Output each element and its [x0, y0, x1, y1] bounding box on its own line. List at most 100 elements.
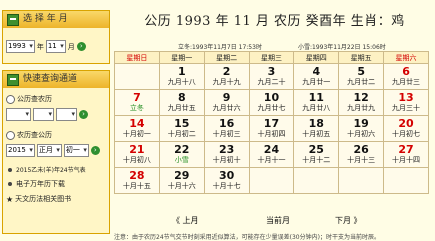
day-cell[interactable]: 19 十月初六 — [338, 115, 385, 142]
lunar-month-select[interactable]: 正月 — [36, 144, 62, 157]
day-number: 30 — [218, 169, 235, 182]
week-row: 28 十月十五 29 十月十六 30 十月十七 — [114, 167, 429, 194]
day-cell[interactable]: 24 十月十一 — [248, 141, 295, 168]
lunar-date: 十月初四 — [257, 130, 286, 138]
left-panel: 选 择 年 月 1993 年 11 月 快速查询通道 公历查农历 农历查公历 — [0, 0, 112, 240]
day-number: 13 — [398, 91, 414, 104]
lunar-to-solar-radio[interactable] — [6, 130, 15, 140]
solar-to-lunar-row: 公历查农历 — [3, 94, 109, 104]
prev-month-link[interactable]: 《 上月 — [172, 215, 199, 226]
empty-day-cell — [338, 167, 385, 194]
lunar-date: 立冬 — [129, 104, 144, 112]
day-number: 29 — [174, 169, 190, 182]
lunar-date: 十月初七 — [392, 130, 421, 138]
solar-day-select[interactable] — [56, 108, 77, 121]
day-cell[interactable]: 3 九月二十 — [248, 63, 295, 90]
day-cell[interactable]: 9 九月廿六 — [203, 89, 250, 116]
page-title: 公历 1993 年 11 月 农历 癸酉年 生肖：鸡 — [144, 14, 405, 29]
astronomy-books-link[interactable]: 天文历法相关图书 — [15, 194, 71, 204]
lunar-date: 十月初三 — [212, 130, 241, 138]
day-number: 28 — [129, 169, 145, 182]
day-number: 22 — [174, 143, 190, 156]
day-cell[interactable]: 26 十月十三 — [338, 141, 385, 168]
weekday-saturday: 星期六 — [383, 51, 429, 64]
day-cell[interactable]: 5 九月廿二 — [338, 63, 385, 90]
next-month-link[interactable]: 下月 》 — [335, 215, 362, 226]
quick-query-header: 快速查询通道 — [3, 71, 109, 88]
link-row-3: ★ 天文历法相关图书 — [3, 194, 109, 204]
day-number: 3 — [267, 65, 276, 78]
lunar-date: 九月二十 — [257, 78, 286, 86]
day-number: 6 — [402, 65, 410, 78]
day-cell[interactable]: 16 十月初三 — [203, 115, 250, 142]
lunar-date: 九月三十 — [392, 104, 421, 112]
day-cell[interactable]: 14 十月初一 — [114, 115, 160, 142]
day-cell[interactable]: 29 十月十六 — [158, 167, 205, 194]
month-suffix: 月 — [67, 42, 75, 51]
day-cell[interactable]: 8 九月廿五 — [158, 89, 205, 116]
lunar-date: 九月廿八 — [302, 104, 331, 112]
day-cell[interactable]: 11 九月廿八 — [293, 89, 340, 116]
day-cell[interactable]: 20 十月初七 — [383, 115, 429, 142]
month-select[interactable]: 11 — [45, 40, 66, 53]
weekday-friday: 星期五 — [338, 51, 385, 64]
go-arrow-icon[interactable] — [79, 110, 88, 119]
lunar-date: 十月十五 — [122, 182, 151, 190]
go-arrow-icon[interactable] — [76, 42, 86, 51]
solar-terms-table-link[interactable]: 2015乙未(羊)年24节气表 — [16, 165, 86, 174]
lunar-date: 十月十三 — [347, 156, 376, 164]
bullet-icon — [8, 167, 12, 172]
year-select[interactable]: 1993 — [6, 40, 35, 53]
go-arrow-icon[interactable] — [90, 146, 100, 155]
section-icon — [7, 73, 19, 86]
lunar-date: 十月初十 — [212, 156, 241, 164]
day-cell[interactable]: 4 九月廿一 — [293, 63, 340, 90]
solar-year-select[interactable] — [6, 108, 31, 121]
day-cell[interactable]: 12 九月廿九 — [338, 89, 385, 116]
day-cell[interactable]: 30 十月十七 — [203, 167, 250, 194]
current-month-link[interactable]: 当前月 — [266, 215, 290, 226]
lunar-date: 九月廿五 — [167, 104, 196, 112]
solar-term-info-1: 立冬:1993年11月7日 17:53时 — [178, 44, 262, 51]
day-number: 4 — [312, 65, 321, 78]
day-cell[interactable]: 18 十月初五 — [293, 115, 340, 142]
day-cell[interactable]: 25 十月十二 — [293, 141, 340, 168]
day-cell[interactable]: 15 十月初二 — [158, 115, 205, 142]
lunar-date: 九月十八 — [167, 78, 196, 86]
day-cell[interactable]: 22 小雪 — [158, 141, 205, 168]
day-cell[interactable]: 13 九月三十 — [383, 89, 429, 116]
day-number: 11 — [308, 91, 324, 104]
day-cell[interactable]: 28 十月十五 — [114, 167, 160, 194]
lunar-date: 九月十九 — [212, 78, 241, 86]
lunar-date: 十月初八 — [122, 156, 151, 164]
day-cell[interactable]: 10 九月廿七 — [248, 89, 295, 116]
day-number: 5 — [357, 65, 365, 78]
section-icon — [7, 13, 19, 26]
lunar-date: 十月初六 — [347, 130, 376, 138]
day-cell[interactable]: 7 立冬 — [114, 89, 160, 116]
empty-day-cell — [248, 167, 295, 194]
day-cell[interactable]: 23 十月初十 — [203, 141, 250, 168]
day-number: 18 — [308, 117, 324, 130]
link-row-2: 电子万年历下载 — [3, 179, 109, 189]
lunar-date: 十月初一 — [122, 130, 151, 138]
solar-month-select[interactable] — [33, 108, 54, 121]
lunar-year-select[interactable]: 2015 — [6, 144, 35, 157]
day-number: 9 — [222, 91, 231, 104]
day-cell[interactable]: 27 十月十四 — [383, 141, 429, 168]
day-cell[interactable]: 17 十月初四 — [248, 115, 295, 142]
day-cell[interactable]: 21 十月初八 — [114, 141, 160, 168]
day-cell[interactable]: 1 九月十八 — [158, 63, 205, 90]
lunar-day-select[interactable]: 初一 — [63, 144, 89, 157]
quick-query-title: 快速查询通道 — [23, 74, 78, 84]
empty-day-cell — [293, 167, 340, 194]
lunar-date: 九月廿三 — [392, 78, 421, 86]
day-number: 10 — [263, 91, 280, 104]
lunar-date: 十月初二 — [167, 130, 196, 138]
lunar-date: 九月廿六 — [212, 104, 241, 112]
day-cell[interactable]: 2 九月十九 — [203, 63, 250, 90]
lunar-date: 十月十六 — [167, 182, 196, 190]
solar-to-lunar-radio[interactable] — [6, 94, 15, 104]
day-cell[interactable]: 6 九月廿三 — [383, 63, 429, 90]
calendar-download-link[interactable]: 电子万年历下载 — [16, 179, 65, 189]
